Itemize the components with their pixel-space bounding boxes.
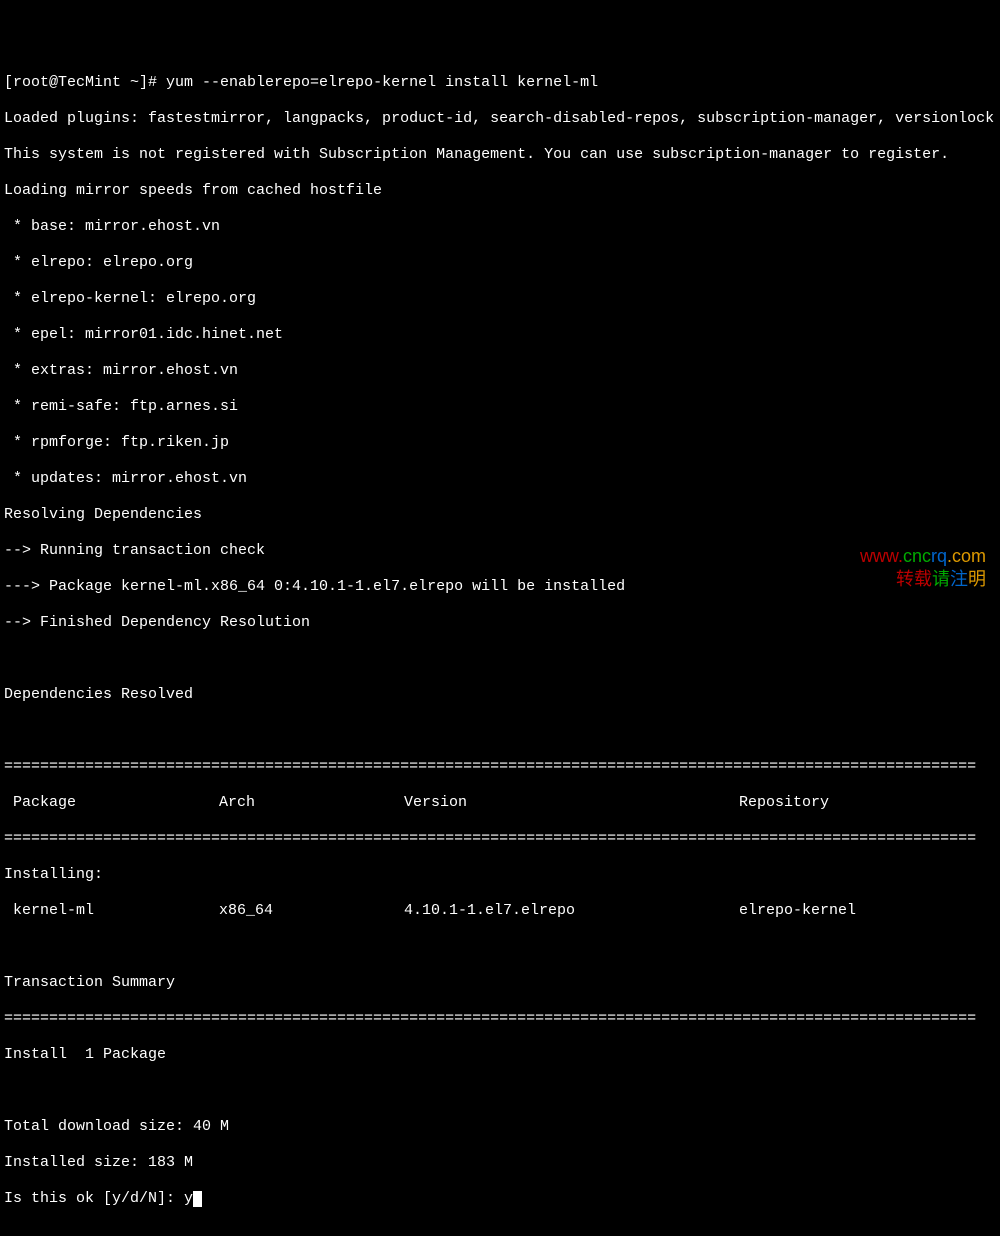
watermark: www.cncrq.com 转载请注明 [860,545,986,590]
mirror-remi: * remi-safe: ftp.arnes.si [4,398,996,416]
blank-1 [4,650,996,668]
out-depres: Dependencies Resolved [4,686,996,704]
out-pkgline: ---> Package kernel-ml.x86_64 0:4.10.1-1… [4,578,996,596]
mirror-elk: * elrepo-kernel: elrepo.org [4,290,996,308]
mirror-epel: * epel: mirror01.idc.hinet.net [4,326,996,344]
confirm-question: Is this ok [y/d/N]: [4,1190,184,1207]
out-mirrors: Loading mirror speeds from cached hostfi… [4,182,996,200]
row-package: kernel-ml [4,902,219,920]
hdr-package: Package [4,794,219,812]
mirror-base: * base: mirror.ehost.vn [4,218,996,236]
table-row: kernel-ml x86_64 4.10.1-1.el7.elrepo elr… [4,902,996,920]
install-count: Install 1 Package [4,1046,996,1064]
confirm-answer: y [184,1190,193,1207]
shell-prompt: [root@TecMint ~]# [4,74,166,91]
mirror-elrepo: * elrepo: elrepo.org [4,254,996,272]
cursor-icon [193,1191,202,1207]
separator-bot: ========================================… [4,1010,996,1028]
separator-mid: ========================================… [4,830,996,848]
row-version: 4.10.1-1.el7.elrepo [404,902,739,920]
out-resolv: Resolving Dependencies [4,506,996,524]
installed-size: Installed size: 183 M [4,1154,996,1172]
separator-top: ========================================… [4,758,996,776]
watermark-url: www.cncrq.com [860,545,986,568]
hdr-repository: Repository [739,794,996,812]
blank-3 [4,938,996,956]
out-txcheck: --> Running transaction check [4,542,996,560]
installing-label: Installing: [4,866,996,884]
out-loaded: Loaded plugins: fastestmirror, langpacks… [4,110,996,128]
hdr-version: Version [404,794,739,812]
prompt-line[interactable]: [root@TecMint ~]# yum --enablerepo=elrep… [4,74,996,92]
confirm-prompt[interactable]: Is this ok [y/d/N]: y [4,1190,996,1208]
blank-2 [4,722,996,740]
mirror-extras: * extras: mirror.ehost.vn [4,362,996,380]
mirror-upd: * updates: mirror.ehost.vn [4,470,996,488]
transaction-summary: Transaction Summary [4,974,996,992]
table-header: Package Arch Version Repository [4,794,996,812]
blank-4 [4,1082,996,1100]
mirror-rpm: * rpmforge: ftp.riken.jp [4,434,996,452]
row-arch: x86_64 [219,902,404,920]
out-notreg: This system is not registered with Subsc… [4,146,996,164]
hdr-arch: Arch [219,794,404,812]
row-repository: elrepo-kernel [739,902,996,920]
typed-command: yum --enablerepo=elrepo-kernel install k… [166,74,598,91]
download-size: Total download size: 40 M [4,1118,996,1136]
out-finres: --> Finished Dependency Resolution [4,614,996,632]
watermark-note: 转载请注明 [860,568,986,591]
